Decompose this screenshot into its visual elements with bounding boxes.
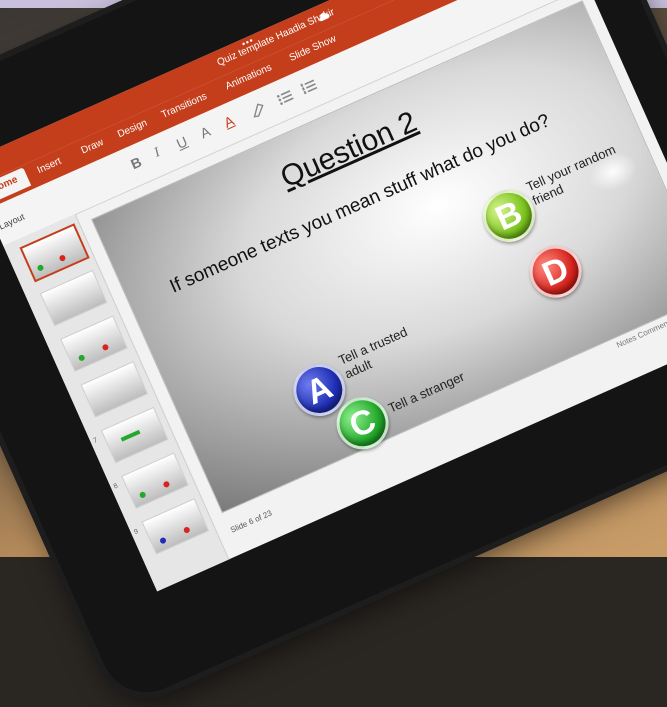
bold-button[interactable]: B [128,154,144,173]
underline-button[interactable]: U [174,133,190,152]
thumb-arrow [120,429,141,442]
tab-draw[interactable]: Draw [80,137,106,157]
thumb-option-dot [101,343,110,352]
option-d-button[interactable]: D [521,237,590,307]
slide-thumbnail[interactable] [121,452,189,509]
thumb-option-dot [36,263,45,272]
thumb-option-dot [138,490,147,499]
numbered-list-icon[interactable] [299,77,319,96]
thumb-number: 8 [112,482,120,491]
option-c-label[interactable]: Tell a stranger [386,357,493,416]
font-size-button[interactable]: A [198,123,213,141]
slide-thumbnail[interactable] [141,498,210,555]
thumb-option-dot [159,536,167,545]
thumb-number: 7 [92,436,99,445]
option-a-label[interactable]: Tell a trusted adult [336,317,430,381]
italic-button[interactable]: I [152,145,163,162]
slide-thumbnail[interactable] [80,361,149,418]
thumb-option-dot [182,526,191,534]
thumb-option-dot [58,254,67,263]
thumb-option-dot [162,480,171,489]
slide-thumbnail[interactable] [60,315,128,372]
thumb-option-dot [77,353,86,362]
tab-design[interactable]: Design [116,118,149,141]
highlighter-icon[interactable] [248,100,268,119]
slide-thumbnail[interactable] [100,406,169,464]
thumb-number: 9 [133,528,140,537]
tab-insert[interactable]: Insert [36,156,63,176]
slide-counter: Slide 6 of 23 [229,508,274,535]
powerpoint-app: ••• Quiz template Haadia Shakir Home Ins… [0,0,667,632]
bullet-list-icon[interactable] [275,88,295,107]
slide-thumbnail[interactable] [39,269,108,327]
font-color-button[interactable]: A [221,112,236,130]
